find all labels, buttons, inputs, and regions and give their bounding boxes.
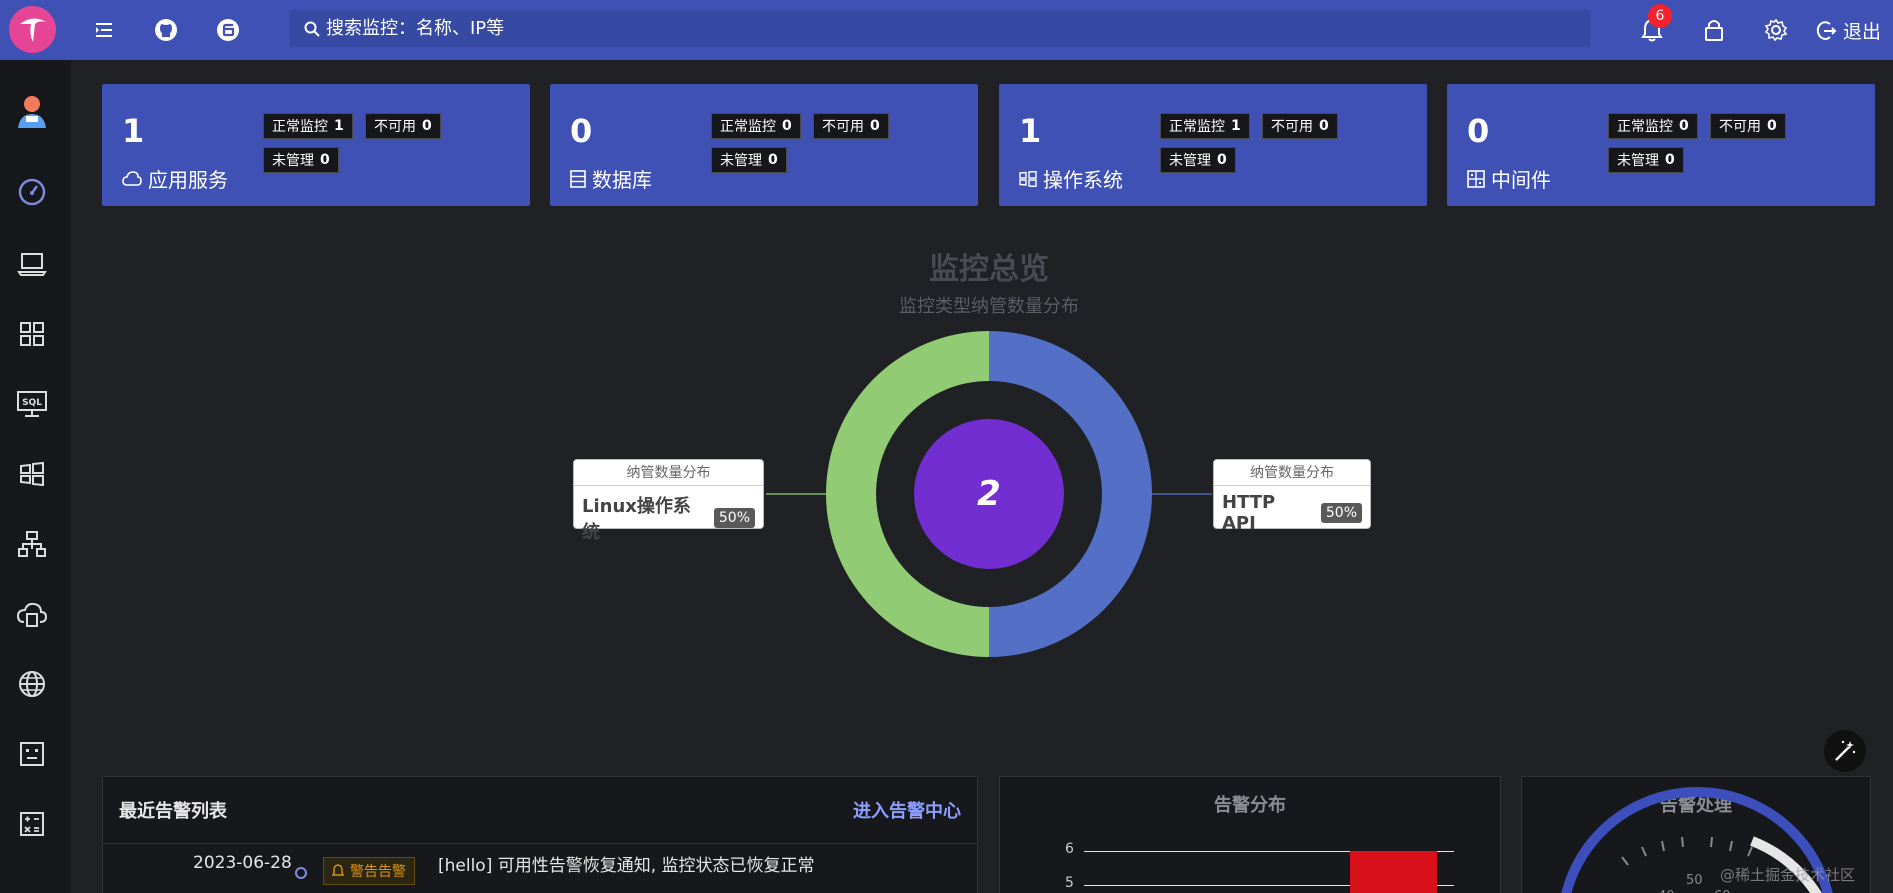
donut-center (914, 419, 1064, 569)
cloud-icon (122, 170, 142, 186)
donut-slice[interactable] (826, 331, 989, 657)
card-label-text: 中间件 (1491, 168, 1551, 192)
tag-normal[interactable]: 正常监控 0 (711, 113, 801, 139)
logo-icon (19, 17, 46, 42)
sql-monitor-icon[interactable]: SQL (14, 386, 50, 422)
notification-badge: 6 (1648, 4, 1672, 28)
alert-distribution-title: 告警分布 (1214, 795, 1286, 816)
card-label: 中间件 (1467, 164, 1551, 193)
y-tick: 5 (1065, 875, 1074, 891)
topology-icon[interactable] (14, 526, 50, 562)
magic-wand-button[interactable] (1824, 730, 1866, 772)
tag-unmanaged[interactable]: 未管理 0 (1160, 147, 1236, 173)
card-os[interactable]: 1 操作系统 正常监控 1 不可用 0 未管理 0 (999, 84, 1427, 206)
card-count: 1 (1019, 112, 1042, 150)
overview-subtitle: 监控类型纳管数量分布 (899, 296, 1079, 317)
gauge-tick: 60 (1714, 889, 1731, 893)
search-input[interactable] (326, 18, 1526, 39)
lock-icon[interactable] (1700, 16, 1728, 44)
app-logo[interactable] (9, 6, 56, 53)
tag-unmanaged[interactable]: 未管理 0 (1608, 147, 1684, 173)
alert-text: [hello] 可用性告警恢复通知, 监控状态已恢复正常 (438, 855, 815, 876)
gauge-tick: 40 (1658, 889, 1675, 893)
alert-center-link[interactable]: 进入告警中心 (853, 797, 961, 823)
tag-unmanaged[interactable]: 未管理 0 (711, 147, 787, 173)
alert-bar[interactable] (1350, 851, 1437, 893)
logout-label: 退出 (1843, 21, 1882, 43)
card-label: 操作系统 (1019, 164, 1123, 193)
dashboard-icon[interactable] (14, 174, 50, 210)
tooltip-percent: 50% (713, 508, 755, 528)
database-icon (570, 169, 586, 188)
tag-normal[interactable]: 正常监控 1 (263, 113, 353, 139)
card-database[interactable]: 0 数据库 正常监控 0 不可用 0 未管理 0 (550, 84, 978, 206)
github-icon[interactable] (152, 16, 180, 44)
logout-button[interactable]: 退出 (1815, 17, 1881, 44)
tag-normal[interactable]: 正常监控 0 (1608, 113, 1698, 139)
tooltip-header: 纳管数量分布 (1214, 460, 1370, 486)
bell-icon (332, 864, 344, 876)
tag-unavailable[interactable]: 不可用 0 (813, 113, 889, 139)
tooltip-header: 纳管数量分布 (574, 460, 763, 486)
tag-unavailable[interactable]: 不可用 0 (1710, 113, 1786, 139)
user-avatar-icon[interactable] (14, 94, 50, 130)
recent-alerts-panel: 最近告警列表 进入告警中心 2023-06-28 警告告警 [hello] 可用… (102, 776, 978, 893)
search-box[interactable] (290, 10, 1590, 47)
tag-unmanaged[interactable]: 未管理 0 (263, 147, 339, 173)
card-count: 0 (1467, 112, 1490, 150)
menu-fold-icon[interactable] (90, 16, 118, 44)
cloud-server-icon[interactable] (14, 596, 50, 632)
card-label: 应用服务 (122, 164, 228, 193)
recent-alerts-title: 最近告警列表 (119, 801, 227, 822)
card-count: 1 (122, 112, 145, 150)
calculator-icon[interactable] (14, 806, 50, 842)
tooltip-linux: 纳管数量分布 Linux操作系统 50% (573, 459, 764, 543)
card-label-text: 数据库 (592, 168, 652, 192)
tag-unavailable[interactable]: 不可用 0 (1262, 113, 1338, 139)
windows-icon (1019, 170, 1037, 187)
tag-unavailable[interactable]: 不可用 0 (365, 113, 441, 139)
gauge-tick: 50 (1686, 873, 1703, 888)
tooltip-name: HTTP API (1222, 492, 1276, 534)
card-label-text: 应用服务 (148, 168, 228, 192)
watermark: @稀土掘金技术社区 (1720, 866, 1856, 884)
logout-icon (1816, 20, 1837, 40)
middleware-icon (1467, 169, 1485, 188)
gear-icon[interactable] (1762, 16, 1790, 44)
alert-distribution-panel: 告警分布 6 5 (999, 776, 1501, 893)
card-count: 0 (570, 112, 593, 150)
card-middleware[interactable]: 0 中间件 正常监控 0 不可用 0 未管理 0 (1447, 84, 1875, 206)
donut-slice[interactable] (989, 331, 1152, 657)
top-header: 6 退出 (0, 0, 1893, 60)
magic-wand-icon (1835, 740, 1856, 761)
y-tick: 6 (1065, 841, 1074, 857)
donut-total-label: 2 (977, 474, 1001, 514)
tooltip-percent: 50% (1320, 503, 1362, 523)
alert-level-tag: 警告告警 (323, 857, 415, 885)
search-icon (304, 21, 320, 37)
tag-normal[interactable]: 正常监控 1 (1160, 113, 1250, 139)
card-label-text: 操作系统 (1043, 168, 1123, 192)
svg-text:SQL: SQL (22, 398, 42, 408)
card-app-service[interactable]: 1 应用服务 正常监控 1 不可用 0 未管理 0 (102, 84, 530, 206)
tooltip-http: 纳管数量分布 HTTP API 50% (1213, 459, 1371, 534)
globe-icon[interactable] (14, 666, 50, 702)
gitee-icon[interactable] (214, 16, 242, 44)
card-label: 数据库 (570, 164, 652, 193)
overview-title: 监控总览 (929, 252, 1049, 287)
sidebar: SQL (0, 60, 71, 893)
alert-date: 2023-06-28 (193, 853, 292, 873)
apps-grid-icon[interactable] (14, 316, 50, 352)
timeline-dot (295, 867, 307, 879)
tooltip-name: Linux操作系统 (582, 496, 691, 543)
windows-icon[interactable] (14, 456, 50, 492)
robot-icon[interactable] (14, 736, 50, 772)
